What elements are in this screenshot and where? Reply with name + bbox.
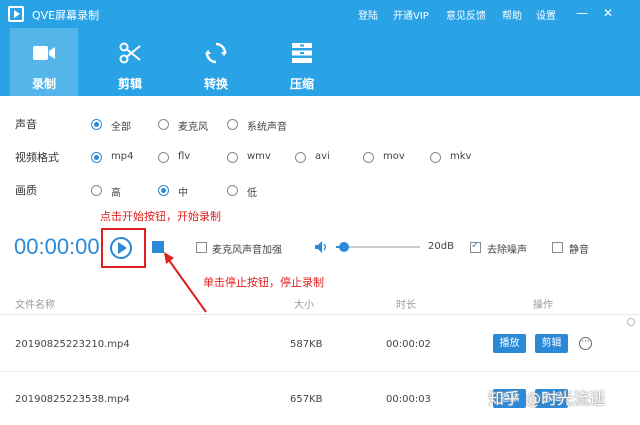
col-header-size: 大小 <box>294 300 314 311</box>
volume-icon[interactable] <box>314 240 328 254</box>
volume-value: 20dB <box>428 241 454 252</box>
title-bar: QVE屏幕录制 登陆 开通VIP 意见反馈 帮助 设置 — ✕ <box>0 0 640 28</box>
quality-high-label: 高 <box>111 188 121 199</box>
quality-label: 画质 <box>15 184 37 197</box>
video-camera-icon <box>33 46 55 60</box>
sound-all-radio[interactable] <box>91 119 102 130</box>
file-size: 657KB <box>290 394 323 405</box>
minimize-icon[interactable]: — <box>574 5 590 21</box>
edit-file-button[interactable]: 剪辑 <box>535 334 568 353</box>
tab-record[interactable]: 录制 <box>10 28 78 96</box>
sound-all-label: 全部 <box>111 122 131 133</box>
quality-high-radio[interactable] <box>91 185 102 196</box>
sound-mic-label: 麦克风 <box>178 122 208 133</box>
tab-compress-label: 压缩 <box>289 77 314 91</box>
format-mov-radio[interactable] <box>363 152 374 163</box>
app-title: QVE屏幕录制 <box>32 9 100 22</box>
sound-system-label: 系统声音 <box>247 122 287 133</box>
quality-medium-radio[interactable] <box>158 185 169 196</box>
tab-record-label: 录制 <box>31 77 56 91</box>
tab-convert[interactable]: 转换 <box>182 28 250 96</box>
col-header-actions: 操作 <box>533 300 553 311</box>
tab-convert-label: 转换 <box>203 77 228 91</box>
row-divider <box>0 371 640 372</box>
format-flv-label: flv <box>178 151 191 162</box>
tab-edit-label: 剪辑 <box>117 77 142 91</box>
format-mp4-label: mp4 <box>111 151 134 162</box>
format-mkv-label: mkv <box>450 151 472 162</box>
menu-feedback[interactable]: 意见反馈 <box>446 7 486 22</box>
stop-annotation: 单击停止按钮，停止录制 <box>203 276 324 289</box>
sound-label: 声音 <box>15 118 37 131</box>
main-toolbar: 录制 剪辑 转换 压缩 <box>0 28 640 96</box>
app-logo-icon <box>8 6 24 22</box>
format-label: 视频格式 <box>15 151 59 164</box>
menu-vip[interactable]: 开通VIP <box>393 7 429 22</box>
quality-low-label: 低 <box>247 188 257 199</box>
record-timer: 00:00:00 <box>14 234 100 259</box>
file-size: 587KB <box>290 339 323 350</box>
quality-medium-label: 中 <box>178 188 188 199</box>
file-duration: 00:00:02 <box>386 339 431 350</box>
col-header-name: 文件名称 <box>15 300 55 311</box>
volume-slider-track[interactable] <box>336 242 420 252</box>
table-divider <box>0 314 640 315</box>
more-options-icon[interactable]: ··· <box>579 337 592 350</box>
start-annotation: 点击开始按钮，开始录制 <box>100 210 221 223</box>
noise-reduction-label: 去除噪声 <box>487 245 527 256</box>
menu-help[interactable]: 帮助 <box>502 7 522 22</box>
watermark: 知乎 @时光流逝 <box>488 389 606 408</box>
tab-compress[interactable]: 压缩 <box>268 28 336 96</box>
scrollbar-handle[interactable] <box>627 318 635 326</box>
mute-label: 静音 <box>569 245 589 256</box>
play-file-button[interactable]: 播放 <box>493 334 526 353</box>
format-avi-radio[interactable] <box>295 152 306 163</box>
sound-mic-radio[interactable] <box>158 119 169 130</box>
compress-icon <box>292 43 312 63</box>
format-mp4-radio[interactable] <box>91 152 102 163</box>
format-wmv-label: wmv <box>247 151 271 162</box>
quality-low-radio[interactable] <box>227 185 238 196</box>
mic-boost-label: 麦克风声音加强 <box>212 245 282 256</box>
file-duration: 00:00:03 <box>386 394 431 405</box>
sound-system-radio[interactable] <box>227 119 238 130</box>
format-wmv-radio[interactable] <box>227 152 238 163</box>
file-name: 20190825223538.mp4 <box>15 394 130 405</box>
format-avi-label: avi <box>315 151 330 162</box>
scissors-icon <box>119 42 141 64</box>
menu-login[interactable]: 登陆 <box>358 7 378 22</box>
start-record-button[interactable] <box>110 237 132 259</box>
close-icon[interactable]: ✕ <box>600 5 616 21</box>
col-header-duration: 时长 <box>396 300 416 311</box>
volume-slider-handle[interactable] <box>339 242 349 252</box>
convert-icon <box>205 42 227 64</box>
mute-checkbox[interactable] <box>552 242 563 253</box>
format-mkv-radio[interactable] <box>430 152 441 163</box>
tab-edit[interactable]: 剪辑 <box>96 28 164 96</box>
menu-settings[interactable]: 设置 <box>536 7 556 22</box>
format-mov-label: mov <box>383 151 405 162</box>
format-flv-radio[interactable] <box>158 152 169 163</box>
file-name: 20190825223210.mp4 <box>15 339 130 350</box>
noise-reduction-checkbox[interactable] <box>470 240 481 253</box>
